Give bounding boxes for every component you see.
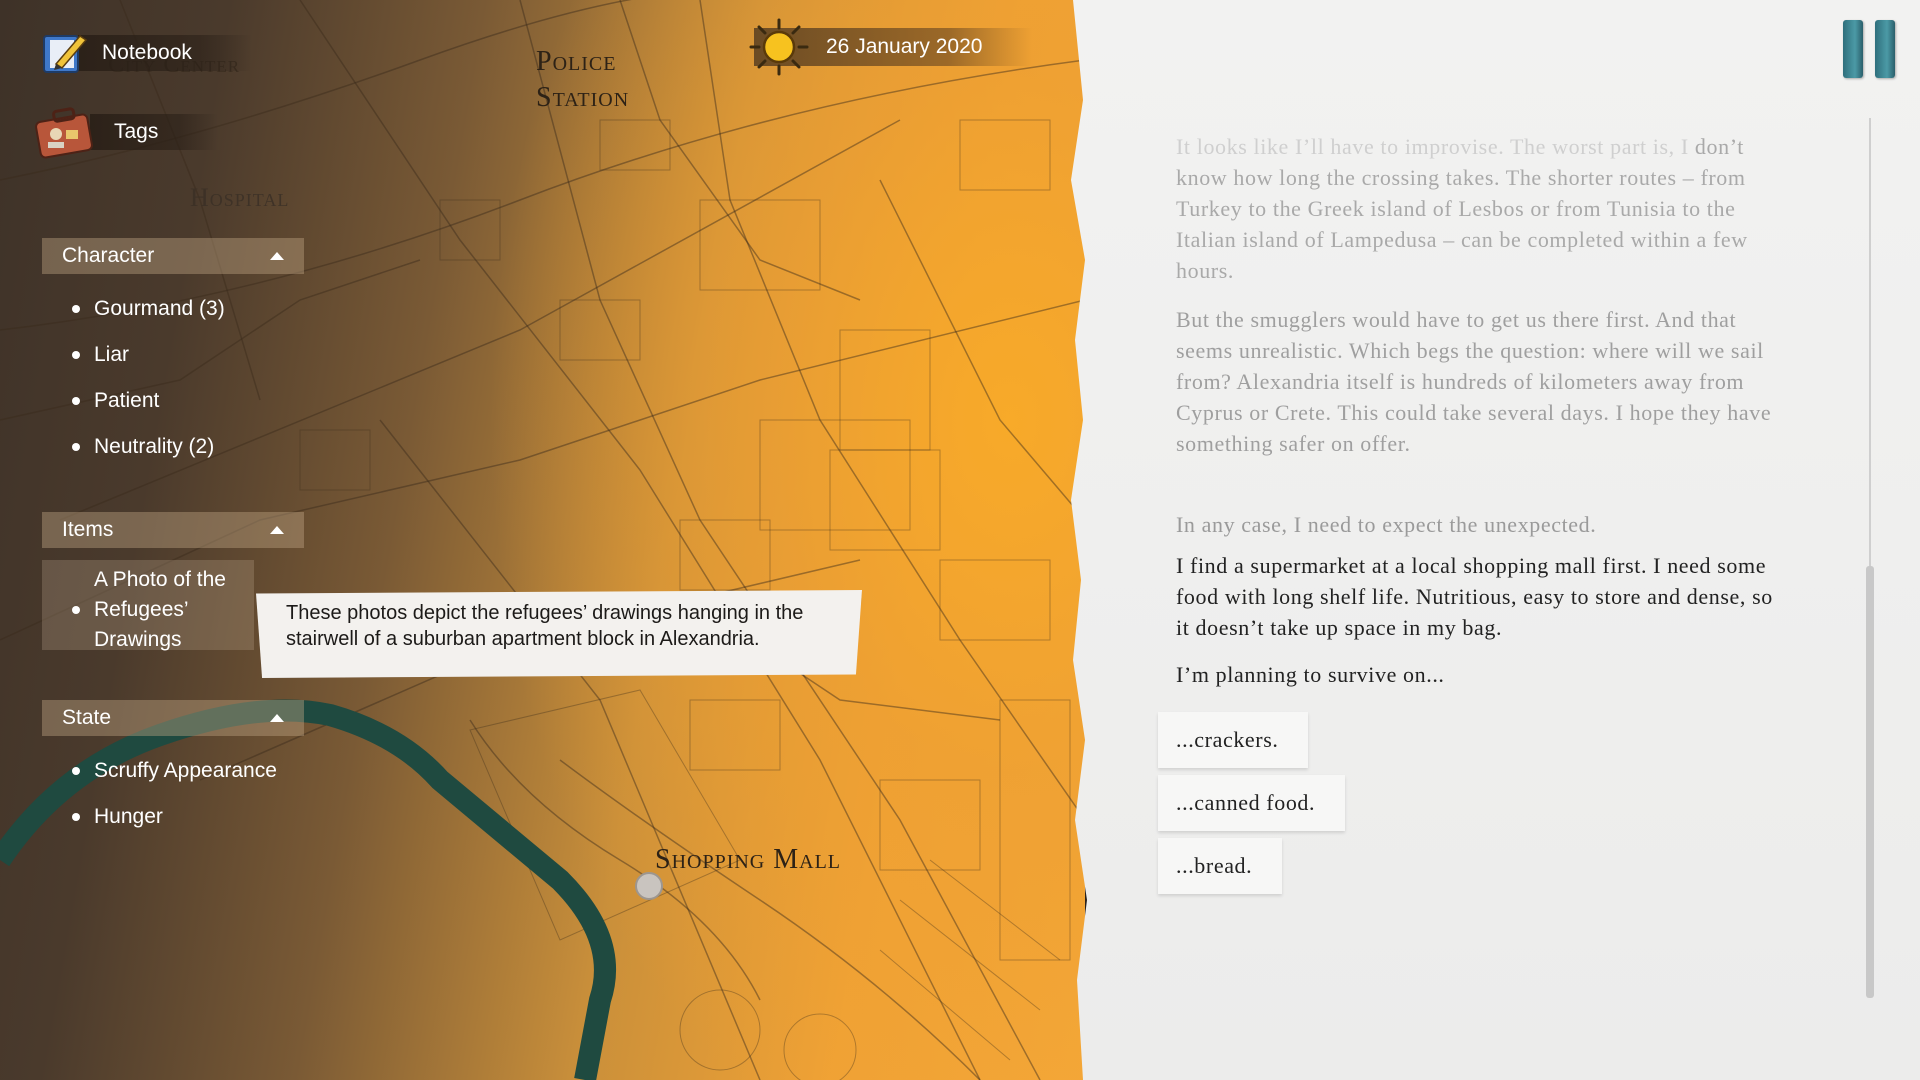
- state-tag-list: Scruffy Appearance Hunger: [70, 748, 277, 840]
- current-location-marker[interactable]: [635, 872, 663, 900]
- section-character-title: Character: [62, 244, 155, 267]
- story-faded-line: It looks like I’ll have to improvise. Th…: [1176, 134, 1689, 159]
- pause-button[interactable]: [1843, 20, 1895, 80]
- section-character-header[interactable]: Character: [42, 238, 304, 274]
- bullet: [72, 606, 80, 614]
- tag-item[interactable]: Scruffy Appearance: [70, 748, 277, 794]
- choice-crackers-button[interactable]: ...crackers.: [1158, 712, 1309, 768]
- story-paragraph: But the smugglers would have to get us t…: [1176, 307, 1772, 456]
- story-paragraph-current: I find a supermarket at a local shopping…: [1176, 553, 1773, 640]
- scrollbar-thumb[interactable]: [1866, 566, 1874, 998]
- tag-item[interactable]: Neutrality (2): [70, 424, 225, 470]
- notebook-button[interactable]: Notebook: [42, 30, 252, 76]
- tags-label: Tags: [90, 114, 219, 150]
- choice-canned-food-button[interactable]: ...canned food.: [1158, 775, 1346, 831]
- section-items-title: Items: [62, 518, 114, 541]
- suitcase-tags-icon: [35, 107, 93, 159]
- character-tag-list: Gourmand (3) Liar Patient Neutrality (2): [70, 286, 225, 470]
- pause-icon: [1875, 20, 1895, 78]
- choice-bread-button[interactable]: ...bread.: [1158, 838, 1283, 894]
- collapse-caret-icon[interactable]: [270, 714, 284, 722]
- pause-icon: [1843, 20, 1863, 78]
- tag-item[interactable]: Hunger: [70, 794, 277, 840]
- tag-item[interactable]: Liar: [70, 332, 225, 378]
- date-display: 26 January 2020: [746, 18, 1033, 76]
- map-label-shopping-mall[interactable]: Shopping Mall: [655, 844, 841, 876]
- tags-button[interactable]: Tags: [34, 104, 219, 160]
- sun-icon: [749, 18, 809, 76]
- choice-prompt: I’m planning to survive on...: [1176, 662, 1445, 687]
- story-paragraph: It looks like I’ll have to improvise. Th…: [1176, 131, 1781, 286]
- collapse-caret-icon[interactable]: [270, 526, 284, 534]
- section-items-header[interactable]: Items: [42, 512, 304, 548]
- notebook-icon: [43, 35, 88, 73]
- collapse-caret-icon[interactable]: [270, 252, 284, 260]
- item-tooltip: These photos depict the refugees’ drawin…: [256, 590, 862, 678]
- map-label-police-station[interactable]: Police Station: [536, 44, 646, 116]
- tag-item[interactable]: Patient: [70, 378, 225, 424]
- map-label-hospital[interactable]: Hospital: [190, 183, 289, 213]
- story-paragraph: In any case, I need to expect the unexpe…: [1176, 512, 1597, 537]
- tag-item[interactable]: Gourmand (3): [70, 286, 225, 332]
- notebook-label: Notebook: [78, 35, 252, 71]
- section-state-header[interactable]: State: [42, 700, 304, 736]
- section-state-title: State: [62, 706, 112, 729]
- item-photo-label[interactable]: A Photo of the Refugees’ Drawings: [94, 565, 244, 655]
